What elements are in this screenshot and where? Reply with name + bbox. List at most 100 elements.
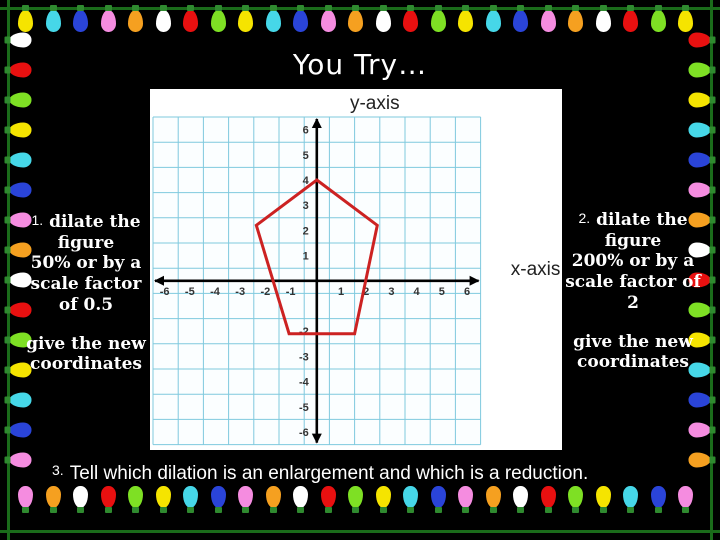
task-bottom-text: Tell which dilation is an enlargement an…	[69, 463, 589, 484]
light-bulb	[486, 486, 501, 508]
x-tick-label: 6	[464, 286, 470, 298]
light-bulb	[293, 486, 308, 508]
light-bulb	[101, 486, 116, 508]
light-bulb	[688, 392, 711, 408]
task-right-line2: 200% or by a scale factor of 2	[565, 251, 701, 313]
light-bulb	[688, 422, 711, 438]
y-tick-label: 6	[303, 125, 309, 137]
task-left-spacer	[20, 316, 152, 334]
light-bulb	[348, 486, 363, 508]
x-tick-label: -1	[286, 286, 296, 298]
light-bulb	[128, 5, 143, 32]
light-bulb	[568, 486, 583, 508]
task-bottom-number: 3.	[52, 462, 64, 478]
task-left-line3: give the new coordinates	[26, 333, 146, 375]
light-wire-bottom	[0, 530, 720, 533]
x-tick-label: -5	[185, 286, 195, 298]
light-bulb	[376, 5, 391, 32]
light-bulb	[513, 5, 528, 32]
light-bulb	[596, 5, 611, 32]
light-bulb	[348, 5, 363, 32]
light-bulb	[596, 486, 611, 508]
light-bulb	[688, 122, 711, 138]
task-left-text1: dilate the figure	[49, 212, 141, 253]
coordinate-grid-image: -6 -5 -4 -3 -2 -1 1 2 3 4 5 6 6 5 4 3 2 1 -2 -3 -4 -5 -6 y-axis…	[150, 89, 562, 450]
light-bulb	[73, 486, 88, 508]
task-left-number: 1.	[31, 212, 44, 228]
y-tick-label: -4	[299, 377, 310, 389]
y-tick-label: -3	[299, 351, 309, 363]
page-title: You Try…	[292, 48, 428, 81]
task-left-line2: 50% or by a scale factor of 0.5	[30, 253, 142, 315]
x-tick-label: -2	[261, 286, 271, 298]
y-tick-label: 5	[303, 150, 309, 162]
light-bulb	[403, 486, 418, 508]
slide-canvas: You Try… 1. dilate the figure 50% or by …	[0, 0, 720, 540]
y-tick-label: -6	[299, 427, 309, 439]
y-tick-label: -5	[299, 402, 309, 414]
light-bulb	[18, 5, 33, 32]
light-bulb	[9, 152, 32, 168]
light-bulb	[9, 92, 32, 108]
task-right-number: 2.	[578, 210, 591, 226]
light-bulb	[128, 486, 143, 508]
x-tick-label: 4	[414, 286, 421, 298]
light-bulb	[431, 5, 446, 32]
light-bulb	[688, 92, 711, 108]
light-bulb	[238, 486, 253, 508]
light-bulb	[678, 486, 693, 508]
light-bulb	[458, 5, 473, 32]
y-tick-label: 1	[303, 251, 309, 263]
task-right-text1: dilate the figure	[596, 210, 688, 251]
light-bulb	[101, 5, 116, 32]
task-left: 1. dilate the figure 50% or by a scale f…	[20, 212, 152, 375]
light-bulb	[321, 486, 336, 508]
light-bulb	[651, 5, 666, 32]
light-bulb	[183, 5, 198, 32]
light-bulb	[623, 5, 638, 32]
task-left-line1: 1. dilate the figure	[20, 212, 152, 253]
light-bulb	[541, 5, 556, 32]
light-bulb	[651, 486, 666, 508]
light-bulb	[266, 5, 281, 32]
light-bulb	[293, 5, 308, 32]
task-bottom: 3. Tell which dilation is an enlargement …	[52, 462, 672, 485]
light-bulb	[46, 5, 61, 32]
light-bulb	[568, 5, 583, 32]
light-bulb	[9, 422, 32, 438]
light-bulb	[458, 486, 473, 508]
coordinate-plane-svg: -6 -5 -4 -3 -2 -1 1 2 3 4 5 6654321-2-3-4-5-6y-axis…	[152, 93, 561, 446]
x-axis-label: x-axis	[511, 259, 561, 280]
light-bulb	[403, 5, 418, 32]
x-tick-label: -4	[210, 286, 221, 298]
light-bulb	[266, 486, 281, 508]
light-bulb	[18, 486, 33, 508]
task-right-line3: give the new coordinates	[573, 331, 693, 373]
task-right-spacer	[562, 314, 704, 332]
light-bulb	[9, 122, 32, 138]
light-bulb	[156, 486, 171, 508]
y-tick-label: -2	[299, 326, 309, 338]
light-bulb	[238, 5, 253, 32]
light-bulb	[688, 32, 711, 48]
light-bulb	[688, 452, 711, 468]
light-bulb	[678, 5, 693, 32]
light-bulb	[431, 486, 446, 508]
light-bulb	[211, 486, 226, 508]
light-bulb	[183, 486, 198, 508]
y-tick-label: 2	[303, 225, 309, 237]
light-bulb	[156, 5, 171, 32]
light-bulb	[9, 182, 32, 198]
x-tick-label: -6	[160, 286, 170, 298]
x-tick-label: 1	[338, 286, 344, 298]
light-bulb	[9, 452, 32, 468]
light-bulb	[321, 5, 336, 32]
light-bulb	[541, 486, 556, 508]
y-tick-label: 3	[303, 200, 309, 212]
light-bulb	[623, 486, 638, 508]
light-bulb	[513, 486, 528, 508]
x-tick-label: 3	[388, 286, 394, 298]
light-bulb	[688, 152, 711, 168]
x-tick-label: -3	[235, 286, 245, 298]
light-bulb	[9, 32, 32, 48]
